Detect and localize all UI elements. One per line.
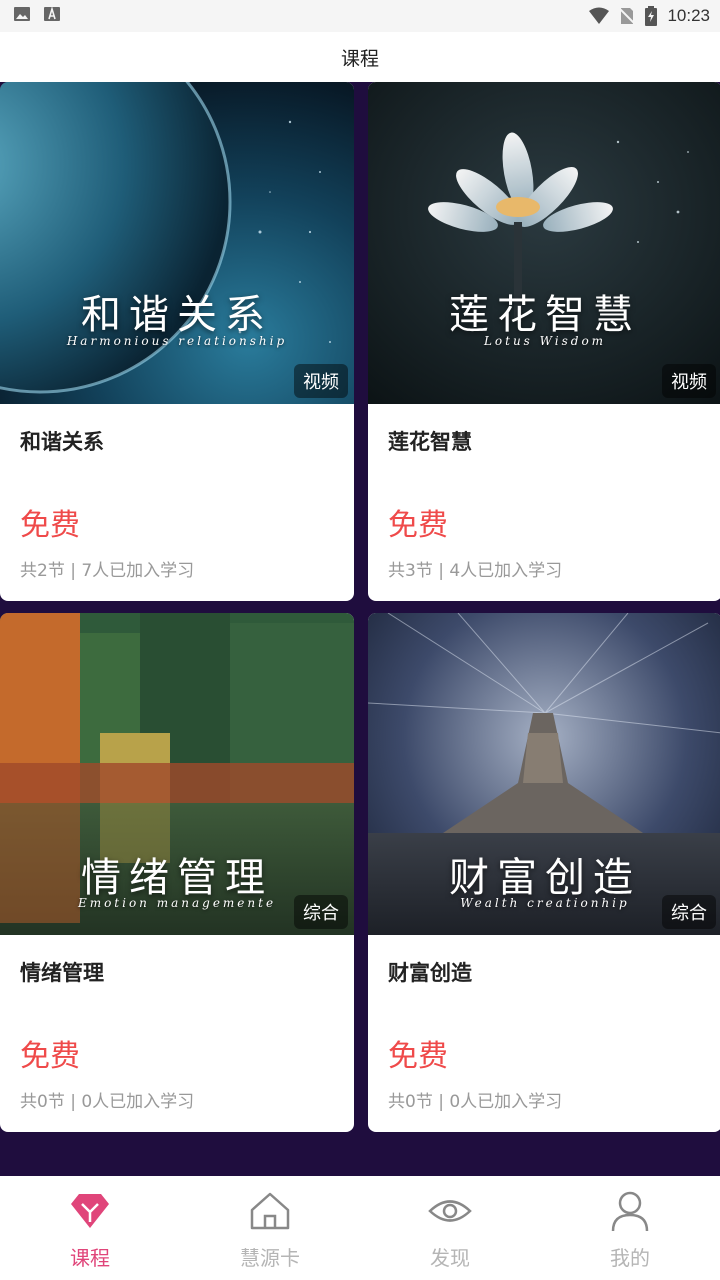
battery-icon — [645, 6, 658, 26]
person-icon — [611, 1191, 649, 1232]
type-badge: 综合 — [662, 895, 716, 929]
cover-subtitle: Lotus Wisdom — [483, 334, 607, 348]
font-icon — [44, 6, 60, 21]
nav-item-card[interactable]: 慧源卡 — [180, 1176, 360, 1280]
course-card-emotion[interactable]: 情绪管理 Emotion managemente 综合 情绪管理 免费 共0节 … — [0, 613, 354, 1132]
type-badge: 视频 — [662, 364, 716, 398]
type-badge: 视频 — [294, 364, 348, 398]
course-cover: 情绪管理 Emotion managemente 综合 — [0, 613, 354, 935]
course-price: 免费 — [388, 1039, 448, 1074]
type-badge: 综合 — [294, 895, 348, 929]
nav-label: 我的 — [610, 1246, 650, 1270]
course-meta: 共2节 | 7人已加入学习 — [20, 561, 195, 581]
course-grid: 和谐关系 Harmonious relationship 视频 和谐关系 免费 … — [0, 82, 720, 1176]
status-bar: 10:23 — [0, 0, 720, 32]
cover-title: 莲花智慧 — [449, 292, 641, 338]
eye-icon — [428, 1200, 472, 1222]
no-sim-icon — [619, 7, 636, 25]
nav-item-discover[interactable]: 发现 — [360, 1176, 540, 1280]
home-icon — [250, 1192, 290, 1230]
course-card-lotus[interactable]: 莲花智慧 Lotus Wisdom 视频 莲花智慧 免费 共3节 | 4人已加入… — [368, 82, 720, 601]
image-icon — [14, 7, 30, 21]
nav-item-courses[interactable]: 课程 — [0, 1176, 180, 1280]
cover-subtitle: Harmonious relationship — [66, 334, 288, 348]
nav-label: 课程 — [70, 1246, 110, 1270]
bottom-nav: 课程 慧源卡 发现 我的 — [0, 1176, 720, 1280]
course-card-harmonious[interactable]: 和谐关系 Harmonious relationship 视频 和谐关系 免费 … — [0, 82, 354, 601]
course-title: 情绪管理 — [20, 961, 104, 985]
status-time: 10:23 — [667, 6, 710, 25]
course-card-wealth[interactable]: 财富创造 Wealth creationhip 综合 财富创造 免费 共0节 |… — [368, 613, 720, 1132]
course-cover: 财富创造 Wealth creationhip 综合 — [368, 613, 720, 935]
nav-item-mine[interactable]: 我的 — [540, 1176, 720, 1280]
course-meta: 共0节 | 0人已加入学习 — [20, 1092, 195, 1112]
wifi-icon — [589, 7, 610, 24]
diamond-icon — [71, 1194, 109, 1228]
page-title: 课程 — [340, 47, 379, 70]
course-title: 财富创造 — [388, 961, 472, 985]
course-cover: 莲花智慧 Lotus Wisdom 视频 — [368, 82, 720, 404]
nav-label: 慧源卡 — [240, 1246, 300, 1270]
course-price: 免费 — [20, 508, 80, 543]
course-meta: 共0节 | 0人已加入学习 — [388, 1092, 563, 1112]
course-meta: 共3节 | 4人已加入学习 — [388, 561, 563, 581]
course-price: 免费 — [20, 1039, 80, 1074]
course-cover: 和谐关系 Harmonious relationship 视频 — [0, 82, 354, 404]
app-bar: 课程 — [0, 32, 720, 82]
course-title: 莲花智慧 — [388, 430, 472, 454]
nav-label: 发现 — [430, 1246, 470, 1270]
course-title: 和谐关系 — [20, 430, 104, 454]
course-price: 免费 — [388, 508, 448, 543]
cover-title: 和谐关系 — [81, 292, 273, 338]
